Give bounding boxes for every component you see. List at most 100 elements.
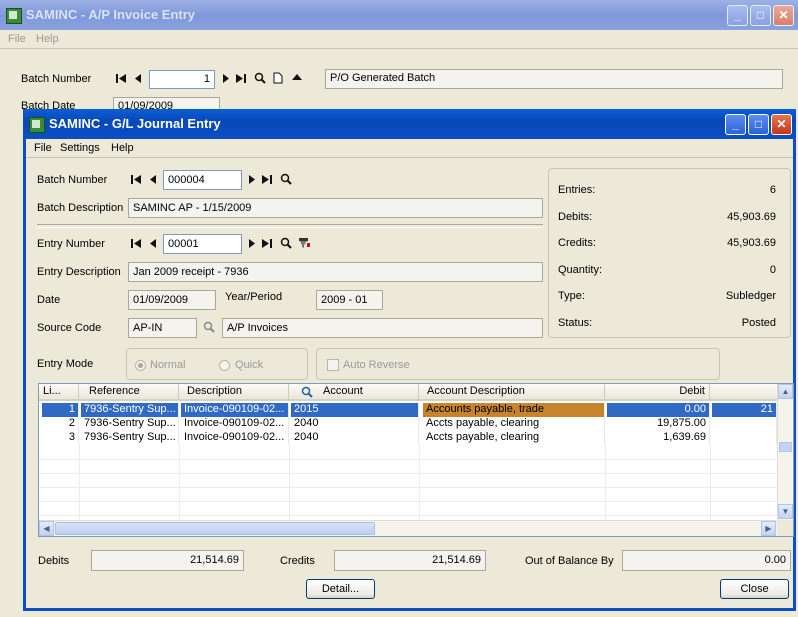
date-label: Date	[37, 294, 61, 306]
entry-next-icon[interactable]	[248, 238, 256, 249]
table-row[interactable]: 3 7936-Sentry Sup... Invoice-090109-02..…	[39, 431, 777, 445]
ap-search-icon[interactable]	[254, 72, 266, 84]
cell-account[interactable]: 2040	[291, 431, 419, 445]
gl-window-title: SAMINC - G/L Journal Entry	[49, 116, 221, 131]
cell-debit[interactable]: 0.00	[607, 403, 710, 417]
scroll-right-button[interactable]: ▶	[761, 521, 776, 536]
cell-extra[interactable]: 21	[712, 403, 777, 417]
scroll-up-button[interactable]: ▲	[778, 384, 793, 399]
grid-line	[39, 515, 777, 516]
column-header-account-description[interactable]: Account Description	[419, 384, 605, 401]
cell-reference[interactable]: 7936-Sentry Sup...	[81, 417, 179, 431]
cell-reference[interactable]: 7936-Sentry Sup...	[81, 431, 179, 445]
cell-account[interactable]: 2015	[291, 403, 419, 417]
account-header-label: Account	[323, 385, 363, 397]
scroll-thumb-vertical[interactable]	[779, 442, 792, 452]
out-of-balance-field: 0.00	[622, 550, 791, 571]
maximize-button[interactable]: □	[750, 5, 771, 26]
scroll-down-button[interactable]: ▼	[778, 504, 793, 519]
table-row[interactable]: 2 7936-Sentry Sup... Invoice-090109-02..…	[39, 417, 777, 431]
entry-mode-normal-radio[interactable]	[135, 360, 146, 371]
scroll-left-button[interactable]: ◀	[39, 521, 54, 536]
date-field[interactable]: 01/09/2009	[128, 290, 216, 310]
column-header-debit[interactable]: Debit	[605, 384, 710, 401]
debits-stat-value: 45,903.69	[727, 211, 776, 223]
ap-collapse-icon[interactable]	[292, 73, 302, 81]
ap-first-icon[interactable]	[116, 73, 127, 84]
ap-prev-icon[interactable]	[134, 73, 142, 84]
cell-account-description[interactable]: Accts payable, clearing	[423, 417, 605, 431]
cell-extra[interactable]	[712, 431, 777, 445]
entry-mode-quick-label: Quick	[235, 359, 264, 371]
account-finder-icon[interactable]	[301, 386, 313, 399]
quantity-value: 0	[769, 264, 776, 276]
maximize-button[interactable]: □	[748, 114, 769, 135]
entry-mode-quick-radio[interactable]	[219, 360, 230, 371]
entry-mode-group: Normal Quick	[126, 348, 308, 380]
cell-extra[interactable]	[712, 417, 777, 431]
grid-line	[39, 487, 777, 488]
ap-batch-number-field[interactable]: 1	[149, 70, 215, 89]
entry-description-label: Entry Description	[37, 266, 121, 278]
batch-first-icon[interactable]	[131, 174, 142, 185]
entry-number-field[interactable]: 00001	[163, 234, 242, 254]
cell-description[interactable]: Invoice-090109-02...	[181, 403, 289, 417]
entry-filter-icon[interactable]	[298, 237, 310, 249]
horizontal-scrollbar[interactable]: ◀ ▶	[39, 520, 777, 536]
cell-line[interactable]: 2	[42, 417, 79, 431]
batch-number-field[interactable]: 000004	[163, 170, 242, 190]
journal-details-grid[interactable]: Li... Reference Description Account Acco…	[38, 383, 794, 537]
source-code-field[interactable]: AP-IN	[128, 318, 197, 338]
gl-menu-help[interactable]: Help	[111, 142, 134, 154]
ap-menu-file[interactable]: File	[8, 33, 26, 45]
gl-app-icon	[29, 117, 45, 133]
vertical-scrollbar[interactable]: ▲ ▼	[777, 384, 793, 520]
batch-prev-icon[interactable]	[149, 174, 157, 185]
source-code-search-icon[interactable]	[203, 321, 215, 333]
column-header-reference[interactable]: Reference	[79, 384, 179, 401]
grid-column-lines	[419, 445, 420, 520]
close-window-button[interactable]: ✕	[773, 5, 794, 26]
minimize-button[interactable]: _	[727, 5, 748, 26]
batch-last-icon[interactable]	[262, 174, 273, 185]
ap-next-icon[interactable]	[222, 73, 230, 84]
column-header-account[interactable]: Account	[289, 384, 419, 401]
batch-next-icon[interactable]	[248, 174, 256, 185]
cell-debit[interactable]: 1,639.69	[607, 431, 710, 445]
total-debits-field: 21,514.69	[91, 550, 244, 571]
auto-reverse-checkbox[interactable]	[327, 359, 339, 371]
gl-menu-file[interactable]: File	[34, 142, 52, 154]
minimize-button[interactable]: _	[725, 114, 746, 135]
year-period-field[interactable]: 2009 - 01	[316, 290, 383, 310]
ap-last-icon[interactable]	[236, 73, 247, 84]
ap-new-document-icon[interactable]	[273, 72, 283, 84]
cell-reference[interactable]: 7936-Sentry Sup...	[81, 403, 179, 417]
cell-line[interactable]: 1	[42, 403, 79, 417]
entry-first-icon[interactable]	[131, 238, 142, 249]
column-header-extra[interactable]	[710, 384, 778, 401]
ap-menu-help[interactable]: Help	[36, 33, 59, 45]
close-button[interactable]: Close	[720, 579, 789, 599]
scroll-corner	[777, 520, 793, 536]
entry-prev-icon[interactable]	[149, 238, 157, 249]
cell-account-description[interactable]: Accts payable, clearing	[423, 431, 605, 445]
batch-search-icon[interactable]	[280, 173, 292, 185]
cell-debit[interactable]: 19,875.00	[607, 417, 710, 431]
cell-description[interactable]: Invoice-090109-02...	[181, 431, 289, 445]
cell-account[interactable]: 2040	[291, 417, 419, 431]
cell-line[interactable]: 3	[42, 431, 79, 445]
cell-account-description[interactable]: Accounts payable, trade	[423, 403, 605, 417]
gl-menu-settings[interactable]: Settings	[60, 142, 100, 154]
column-header-description[interactable]: Description	[179, 384, 289, 401]
ap-title-bar[interactable]: SAMINC - A/P Invoice Entry _ □ ✕	[0, 0, 798, 30]
close-window-button[interactable]: ✕	[771, 114, 792, 135]
table-row[interactable]: 1 7936-Sentry Sup... Invoice-090109-02..…	[39, 403, 777, 417]
column-header-line[interactable]: Li...	[39, 384, 79, 401]
entry-last-icon[interactable]	[262, 238, 273, 249]
entry-description-field[interactable]: Jan 2009 receipt - 7936	[128, 262, 543, 282]
gl-title-bar[interactable]: SAMINC - G/L Journal Entry _ □ ✕	[23, 109, 796, 139]
entry-search-icon[interactable]	[280, 237, 292, 249]
scroll-thumb-horizontal[interactable]	[55, 522, 375, 535]
cell-description[interactable]: Invoice-090109-02...	[181, 417, 289, 431]
detail-button[interactable]: Detail...	[306, 579, 375, 599]
